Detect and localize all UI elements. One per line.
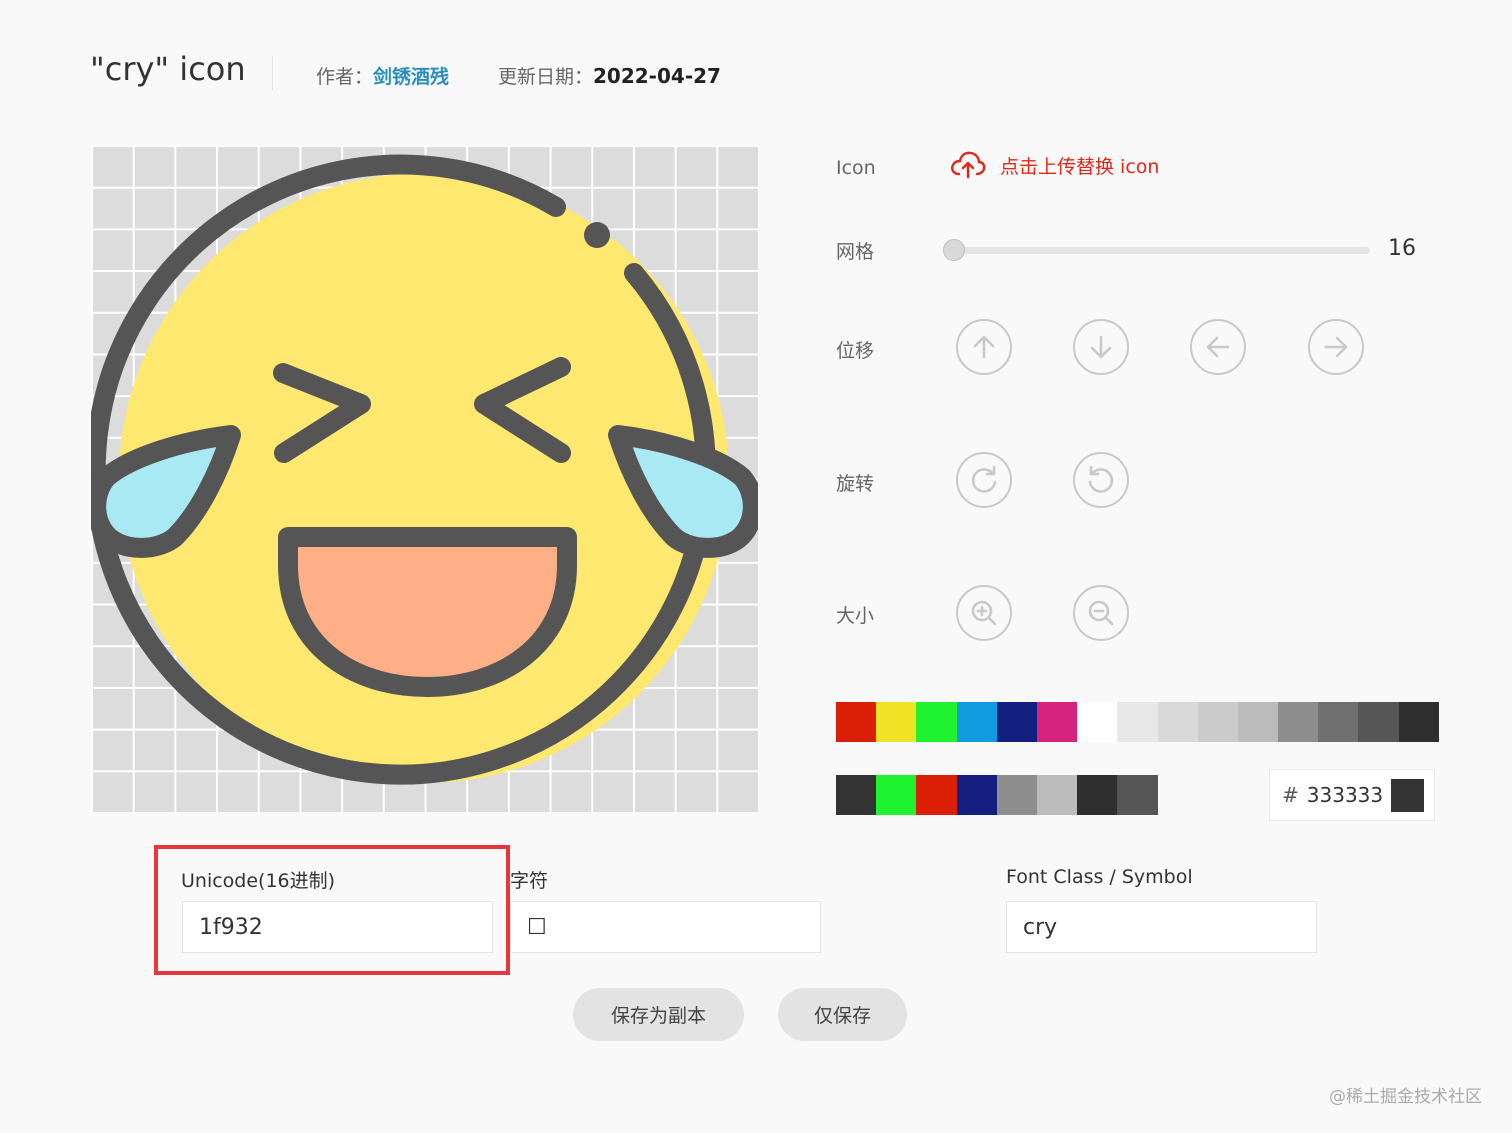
- rotate-clockwise-icon: [971, 465, 997, 493]
- arrow-left-icon: [1206, 336, 1230, 358]
- grid-row-label: 网格: [836, 241, 875, 263]
- grid-slider-thumb[interactable]: [943, 239, 965, 261]
- author-label: 作者：: [316, 66, 374, 88]
- arrow-up-icon: [973, 335, 995, 359]
- palette-swatch-1[interactable]: [876, 702, 917, 742]
- palette-swatch-0[interactable]: [836, 702, 877, 742]
- author-info: 作者：剑锈酒残: [316, 62, 449, 89]
- unicode-label: Unicode(16进制): [181, 870, 336, 892]
- grid-value: 16: [1388, 236, 1416, 261]
- palette-swatch-4[interactable]: [996, 702, 1037, 742]
- header-divider: [272, 56, 273, 90]
- arrow-down-icon: [1090, 335, 1112, 359]
- recent-swatch-5[interactable]: [1036, 775, 1078, 815]
- fontclass-input[interactable]: cry: [1006, 901, 1317, 953]
- palette-swatch-8[interactable]: [1157, 702, 1198, 742]
- recent-swatch-4[interactable]: [996, 775, 1037, 815]
- move-down-button[interactable]: [1073, 319, 1129, 375]
- arrow-right-icon: [1324, 336, 1348, 358]
- char-input[interactable]: ☐: [510, 901, 821, 953]
- palette-swatch-13[interactable]: [1358, 702, 1399, 742]
- move-row-label: 位移: [836, 340, 875, 362]
- rotate-row-label: 旋转: [836, 473, 875, 495]
- zoom-out-button[interactable]: [1073, 585, 1129, 641]
- zoom-out-icon: [1088, 600, 1114, 626]
- palette-swatch-11[interactable]: [1278, 702, 1319, 742]
- watermark: @稀土掘金技术社区: [1329, 1087, 1482, 1107]
- color-palette: [836, 702, 1439, 742]
- recent-swatch-0[interactable]: [836, 775, 877, 815]
- grid-slider-track[interactable]: [946, 247, 1370, 254]
- palette-swatch-14[interactable]: [1398, 702, 1439, 742]
- rotate-counterclockwise-icon: [1088, 465, 1114, 493]
- date-value: 2022-04-27: [593, 64, 721, 88]
- palette-swatch-12[interactable]: [1318, 702, 1359, 742]
- author-link[interactable]: 剑锈酒残: [373, 66, 449, 88]
- char-label: 字符: [510, 870, 549, 892]
- zoom-in-icon: [971, 600, 997, 626]
- recent-colors: [836, 775, 1158, 815]
- color-preview: [1391, 779, 1424, 812]
- size-row-label: 大小: [836, 605, 875, 627]
- palette-swatch-3[interactable]: [956, 702, 997, 742]
- palette-swatch-9[interactable]: [1197, 702, 1238, 742]
- palette-swatch-10[interactable]: [1237, 702, 1279, 742]
- upload-replace-icon-button[interactable]: 点击上传替换 icon: [950, 150, 1159, 180]
- fontclass-label: Font Class / Symbol: [1006, 866, 1193, 888]
- palette-swatch-7[interactable]: [1117, 702, 1158, 742]
- icon-row-label: Icon: [836, 157, 876, 179]
- rotate-counterclockwise-button[interactable]: [1073, 452, 1129, 508]
- hex-color-field[interactable]: #: [1269, 769, 1435, 821]
- hash-symbol: #: [1282, 783, 1299, 807]
- unicode-input[interactable]: 1f932: [182, 901, 493, 953]
- icon-title: "cry" icon: [90, 50, 246, 88]
- rotate-clockwise-button[interactable]: [956, 452, 1012, 508]
- save-copy-button[interactable]: 保存为副本: [573, 988, 744, 1041]
- palette-swatch-6[interactable]: [1077, 702, 1118, 742]
- upload-text: 点击上传替换 icon: [1000, 155, 1160, 178]
- move-right-button[interactable]: [1308, 319, 1364, 375]
- zoom-in-button[interactable]: [956, 585, 1012, 641]
- hex-color-input[interactable]: [1304, 782, 1399, 808]
- date-label: 更新日期：: [498, 66, 594, 88]
- move-up-button[interactable]: [956, 319, 1012, 375]
- save-only-button[interactable]: 仅保存: [778, 988, 907, 1041]
- update-date: 更新日期：2022-04-27: [498, 62, 721, 89]
- recent-swatch-6[interactable]: [1077, 775, 1118, 815]
- move-left-button[interactable]: [1190, 319, 1246, 375]
- recent-swatch-1[interactable]: [876, 775, 917, 815]
- palette-swatch-2[interactable]: [916, 702, 957, 742]
- cry-emoji-icon: [91, 154, 758, 785]
- recent-swatch-3[interactable]: [956, 775, 997, 815]
- recent-swatch-7[interactable]: [1117, 775, 1158, 815]
- cloud-upload-icon: [951, 151, 986, 179]
- recent-swatch-2[interactable]: [916, 775, 957, 815]
- palette-swatch-5[interactable]: [1036, 702, 1078, 742]
